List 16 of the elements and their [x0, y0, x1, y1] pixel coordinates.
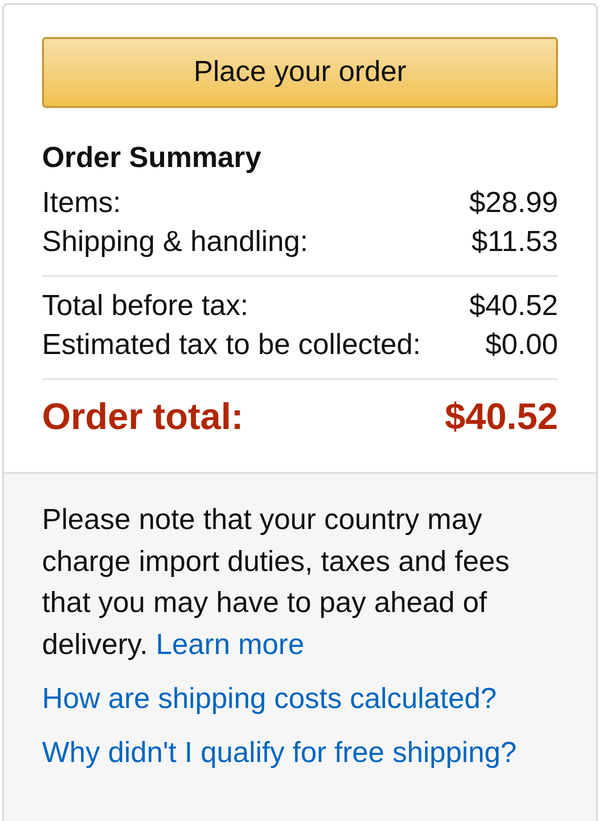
help-link[interactable]: Why didn't I qualify for free shipping? — [42, 732, 517, 774]
help-link[interactable]: How are shipping costs calculated? — [42, 678, 497, 720]
summary-amount: $11.53 — [471, 225, 558, 260]
summary-label: Estimated tax to be collected: — [42, 328, 421, 363]
summary-amount: $40.52 — [469, 289, 558, 324]
summary-label: Shipping & handling: — [42, 225, 308, 260]
summary-amount: $28.99 — [469, 186, 558, 221]
learn-more-link[interactable]: Learn more — [156, 628, 304, 660]
place-order-button[interactable]: Place your order — [42, 37, 558, 108]
summary-amount: $0.00 — [485, 328, 558, 363]
summary-label: Total before tax: — [42, 289, 248, 324]
import-notice: Please note that your country may charge import duties, taxes and fees that you may have to pay ahead of delivery. Learn more — [42, 503, 510, 662]
order-total-amount: $40.52 — [444, 395, 558, 439]
order-total-label: Order total: — [42, 395, 244, 439]
summary-label: Items: — [42, 186, 121, 221]
summary-title: Order Summary — [42, 141, 262, 176]
